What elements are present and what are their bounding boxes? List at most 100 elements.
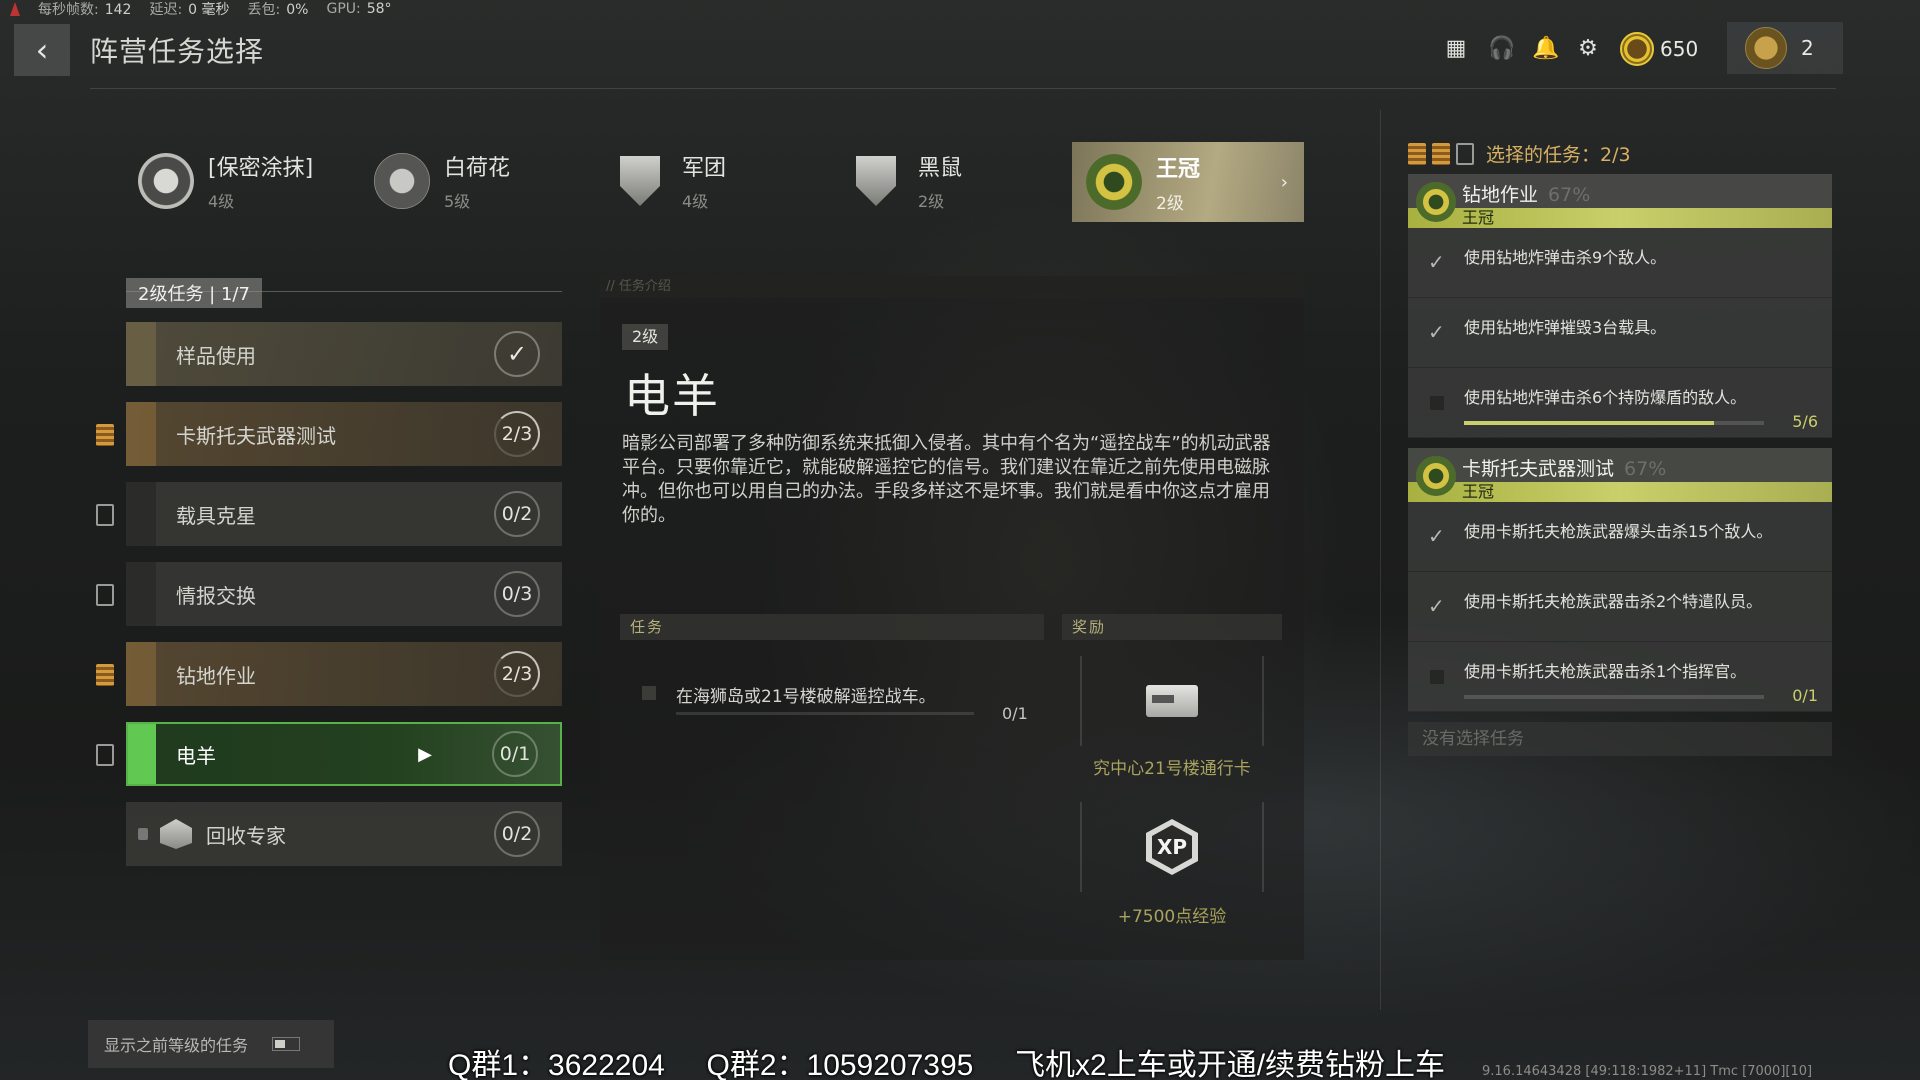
back-button[interactable]: ‹ [14,24,70,76]
chevron-left-icon: ‹ [35,31,49,69]
performance-stats: 每秒帧数: 142 延迟: 0 毫秒 丢包: 0% GPU: 58° [10,0,392,18]
mission-name: 钻地作业 [176,663,256,688]
mission-item-intel-exchange[interactable]: 情报交换 0/3 [126,562,562,626]
currency-display[interactable]: 650 [1620,32,1698,66]
faction-level: 4级 [682,192,709,211]
mission-progress: 2/3 [494,651,540,697]
incomplete-box-icon [1430,670,1444,684]
black-mous-shield-icon [848,153,904,209]
cursor-icon: ▶ [418,743,432,765]
gear-icon[interactable]: ⚙ [1576,37,1600,61]
tab-faction-white-lotus[interactable]: 白荷花 5级 [374,140,510,222]
show-previous-toggle[interactable]: 显示之前等级的任务 [88,1020,334,1068]
mission-progress: 0/3 [494,571,540,617]
crown-emblem-icon [1416,182,1456,222]
objective-progress-bar [1464,421,1764,425]
toggle-label: 显示之前等级的任务 [104,1036,249,1055]
latency-stat: 延迟: 0 毫秒 [149,2,230,18]
headset-icon[interactable]: 🎧 [1488,37,1515,61]
objective-row: ✓ 使用钻地炸弹摧毁3台载具。 [1408,298,1832,368]
stream-overlay-text: Q群1：3622204 Q群2：1059207395 飞机x2上车或开通/续费钻… [448,1049,1446,1080]
faction-name: 王冠 [1156,156,1201,182]
currency-amount: 650 [1660,37,1699,61]
cod-points-icon [1620,32,1654,66]
selected-mission-card[interactable]: 卡斯托夫武器测试 67% 王冠 ✓ 使用卡斯托夫枪族武器爆头击杀15个敌人。 ✓ … [1408,448,1832,712]
keycard-icon [1146,685,1198,717]
mission-item-sample-use[interactable]: 样品使用 ✓ [126,322,562,386]
reward-keycard[interactable] [1080,656,1264,746]
tracked-marker-icon[interactable] [96,664,114,686]
tier-label: 2级任务 | 1/7 [126,278,262,308]
objective-progress-bar [1464,695,1764,699]
untracked-marker-icon[interactable] [96,504,114,526]
check-icon: ✓ [1428,594,1445,618]
packet-loss-stat: 丢包: 0% [247,2,309,18]
check-icon: ✓ [494,331,540,377]
tab-faction-crown[interactable]: 王冠 2级 › [1072,142,1304,222]
faction-name: [保密涂抹] [208,156,314,181]
objective-row: ✓ 使用卡斯托夫枪族武器击杀2个特遣队员。 [1408,572,1832,642]
toggle-switch[interactable] [272,1037,301,1051]
mission-item-kastov-test[interactable]: 卡斯托夫武器测试 2/3 [126,402,562,466]
check-icon: ✓ [1428,320,1445,344]
fps-stat: 每秒帧数: 142 [38,2,132,18]
mission-name: 情报交换 [176,583,256,608]
grid-menu-icon[interactable]: ▦ [1444,37,1468,61]
selected-count: 选择的任务：2/3 [1486,144,1631,166]
player-level: 2 [1801,36,1814,60]
empty-slot-icon [1456,142,1474,165]
task-text: 在海狮岛或21号楼破解遥控战车。 [676,687,936,707]
faction-level: 2级 [1156,193,1184,214]
reward-xp[interactable]: XP [1080,802,1264,892]
detail-section-label: // 任务介绍 [600,276,1304,298]
build-info: 9.16.14643428 [49:118:1982+11] Tmc [7000… [1482,1064,1813,1080]
mission-item-electric-sheep[interactable]: 电羊 ▶ 0/1 [126,722,562,786]
bell-icon[interactable]: 🔔 [1532,37,1559,61]
card-faction: 王冠 [1462,482,1495,501]
objective-row: ✓ 使用卡斯托夫枪族武器爆头击杀15个敌人。 [1408,502,1832,572]
tasks-header: 任务 [620,614,1044,640]
package-icon [160,819,192,849]
mission-description: 暗影公司部署了多种防御系统来抵御入侵者。其中有个名为“遥控战车”的机动武器平台。… [622,433,1271,526]
empty-mission-slot[interactable]: 没有选择任务 [1408,722,1832,756]
crown-emblem-icon [1416,456,1456,496]
objective-row: 使用卡斯托夫枪族武器击杀1个指挥官。 0/1 [1408,642,1832,712]
objective-row: 使用钻地炸弹击杀6个持防爆盾的敌人。 5/6 [1408,368,1832,438]
reward-xp-label: +7500点经验 [1117,907,1227,927]
header-divider [90,88,1836,89]
lock-icon [138,828,148,840]
task-count: 0/1 [1002,704,1028,723]
mission-item-vehicle-buster[interactable]: 载具克星 0/2 [126,482,562,546]
selected-mission-card[interactable]: 钻地作业 67% 王冠 ✓ 使用钻地炸弹击杀9个敌人。 ✓ 使用钻地炸弹摧毁3台载… [1408,174,1832,438]
mission-progress: 0/2 [494,491,540,537]
rewards-header: 奖励 [1062,614,1282,640]
tab-faction-redacted[interactable]: [保密涂抹] 4级 [138,140,313,222]
faction-name: 黑鼠 [918,156,963,181]
warning-icon [10,2,20,16]
tab-faction-legion[interactable]: 军团 4级 [612,140,726,222]
xp-icon: XP [1146,819,1198,875]
mission-progress: 0/2 [494,811,540,857]
tracked-marker-icon[interactable] [96,424,114,446]
mission-item-recovery-expert[interactable]: 回收专家 0/2 [126,802,562,866]
crown-emblem-icon [1086,154,1142,210]
panel-divider [1380,110,1381,1010]
lotus-emblem-icon [374,153,430,209]
task-checkbox [642,686,656,700]
page-title: 阵营任务选择 [90,35,265,68]
player-level-box[interactable]: 2 [1727,22,1843,74]
mission-item-bunker-busting[interactable]: 钻地作业 2/3 [126,642,562,706]
card-faction: 王冠 [1462,208,1495,227]
rank-emblem-icon [1745,27,1787,69]
mission-progress: 2/3 [494,411,540,457]
top-toolbar: ▦ 🎧 🔔 ⚙ 650 [1444,24,1698,74]
untracked-marker-icon[interactable] [96,584,114,606]
reward-keycard-label: 究中心21号楼通行卡 [1093,759,1251,779]
mission-name: 电羊 [176,743,216,768]
untracked-marker-icon[interactable] [96,744,114,766]
selected-missions-header: 选择的任务：2/3 [1408,140,1631,167]
task-progress-bar [676,712,974,715]
legion-shield-icon [612,153,668,209]
gpu-stat: GPU: 58° [326,1,392,17]
tab-faction-black-mous[interactable]: 黑鼠 2级 [848,140,962,222]
